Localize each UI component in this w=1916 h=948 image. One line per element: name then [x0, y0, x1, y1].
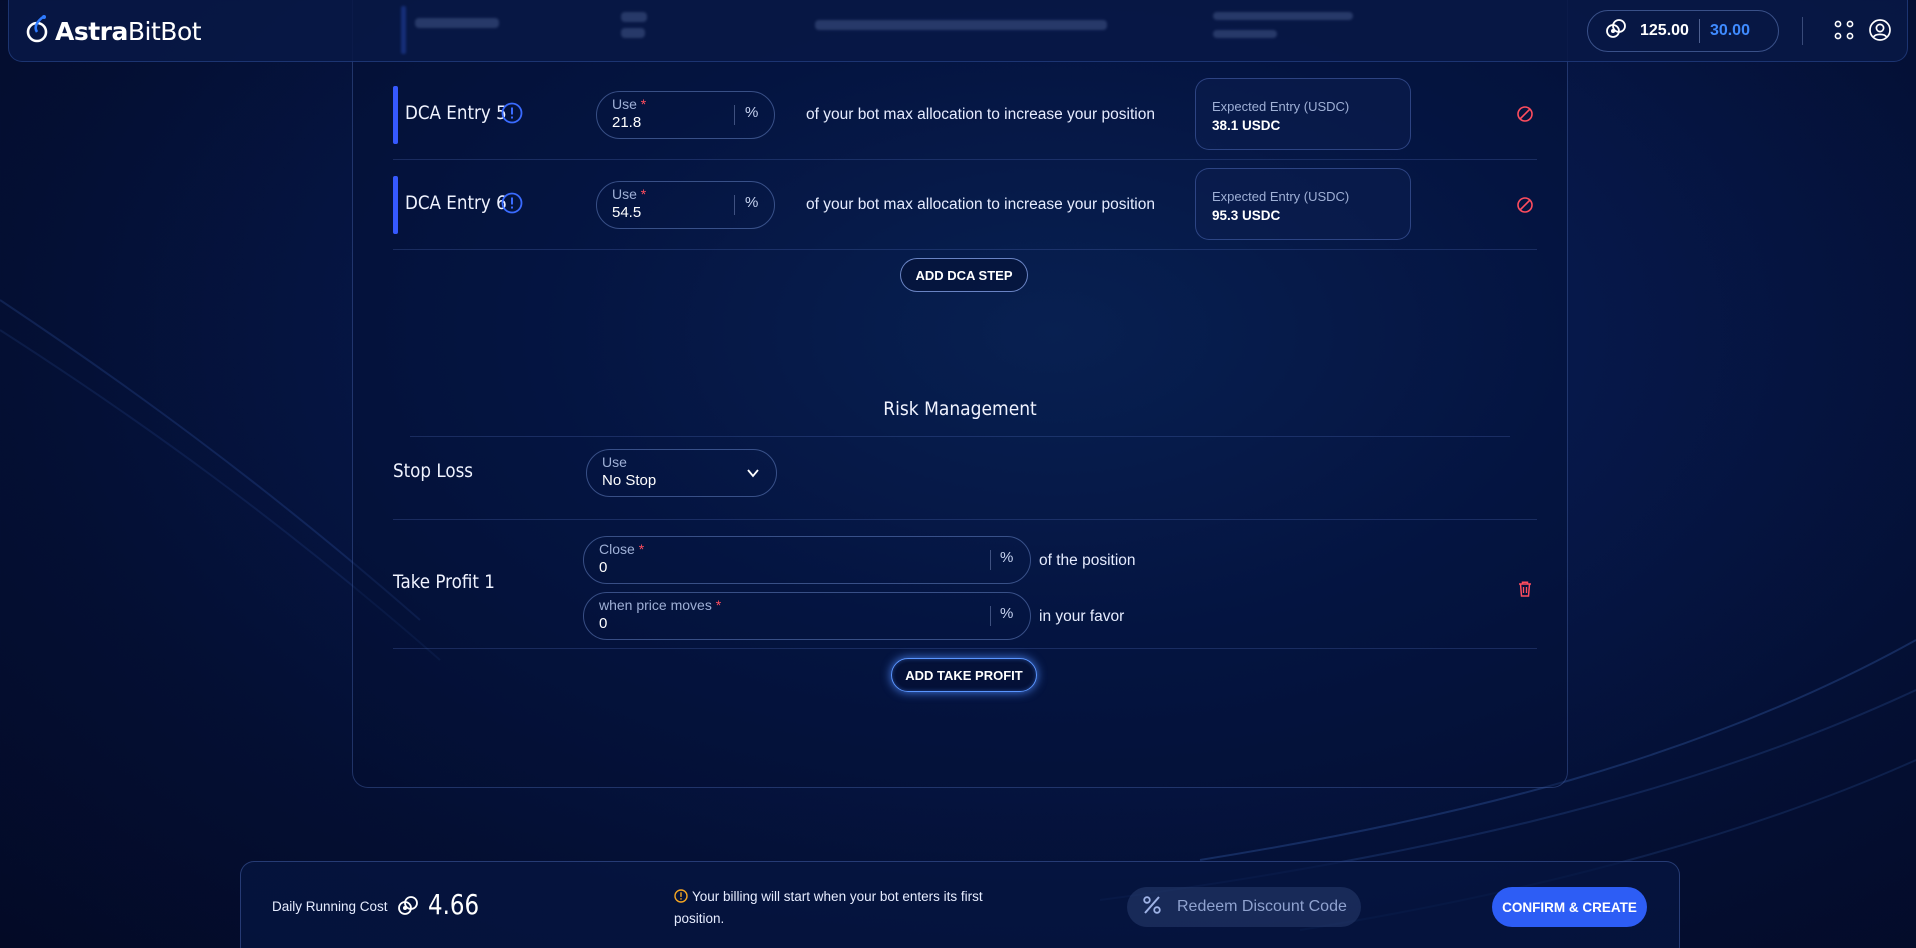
add-dca-step-button[interactable]: ADD DCA STEP — [900, 258, 1028, 292]
field-value: 0 — [599, 559, 608, 576]
field-value: No Stop — [602, 472, 657, 489]
field-label: Use — [602, 454, 627, 470]
expected-entry-label: Expected Entry (USDC) — [1212, 99, 1350, 114]
apps-grid-icon[interactable] — [1831, 17, 1857, 43]
daily-cost-value: 4.66 — [428, 888, 480, 921]
dca-entry-title: DCA Entry 6 — [405, 192, 507, 214]
row-divider — [393, 648, 1537, 649]
redeem-discount-label: Redeem Discount Code — [1177, 898, 1347, 915]
percent-icon — [1141, 894, 1163, 921]
billing-notice: Your billing will start when your bot en… — [674, 887, 1014, 929]
daily-cost-label: Daily Running Cost — [272, 899, 388, 914]
section-title: Risk Management — [883, 398, 1037, 420]
coins-icon — [396, 894, 420, 923]
row-divider — [393, 159, 1537, 160]
app-logo[interactable]: AstraBitBot — [25, 14, 202, 49]
row-accent — [393, 86, 398, 144]
stop-loss-label: Stop Loss — [393, 460, 474, 482]
price-move-input[interactable]: when price moves * 0 % — [583, 592, 1031, 640]
expected-entry-value: 95.3 USDC — [1212, 208, 1281, 223]
unit-label: % — [1000, 605, 1014, 622]
dca-use-input[interactable]: Use * 54.5 % — [596, 181, 775, 229]
dca-description: of your bot max allocation to increase y… — [806, 196, 1155, 213]
logo-icon — [25, 14, 51, 49]
unit-label: % — [745, 104, 759, 121]
price-suffix: in your favor — [1039, 608, 1125, 625]
expected-entry-box: Expected Entry (USDC) 38.1 USDC — [1195, 78, 1411, 150]
balance-pill[interactable]: 125.00 30.00 — [1587, 10, 1779, 52]
dca-description: of your bot max allocation to increase y… — [806, 106, 1155, 123]
unit-label: % — [1000, 549, 1014, 566]
field-value: 21.8 — [612, 114, 642, 131]
field-label: Close — [599, 541, 635, 557]
billing-notice-text: Your billing will start when your bot en… — [674, 889, 983, 926]
close-suffix: of the position — [1039, 552, 1136, 569]
dca-use-input[interactable]: Use * 21.8 % — [596, 91, 775, 139]
info-icon[interactable] — [501, 192, 523, 219]
expected-entry-value: 38.1 USDC — [1212, 118, 1281, 133]
balance-value: 125.00 — [1640, 22, 1689, 39]
row-divider — [410, 436, 1510, 437]
confirm-create-button[interactable]: CONFIRM & CREATE — [1492, 887, 1647, 927]
cancel-icon[interactable] — [1516, 196, 1534, 219]
scrolled-row-ghost — [393, 0, 1543, 56]
field-label: Use — [612, 96, 637, 112]
info-icon[interactable] — [501, 102, 523, 129]
warning-icon — [674, 889, 688, 909]
field-value: 0 — [599, 615, 608, 632]
user-icon[interactable] — [1867, 17, 1893, 43]
chevron-down-icon — [745, 465, 761, 486]
take-profit-label: Take Profit 1 — [393, 571, 495, 593]
row-divider — [393, 519, 1537, 520]
close-percent-input[interactable]: Close * 0 % — [583, 536, 1031, 584]
field-label: Use — [612, 186, 637, 202]
field-label: when price moves — [599, 597, 712, 613]
credit-value: 30.00 — [1709, 22, 1750, 39]
expected-entry-box: Expected Entry (USDC) 95.3 USDC — [1195, 168, 1411, 240]
add-take-profit-button[interactable]: ADD TAKE PROFIT — [891, 658, 1037, 692]
redeem-discount-button[interactable]: Redeem Discount Code — [1127, 887, 1361, 927]
logo-text-bold: Astra — [55, 17, 128, 46]
expected-entry-label: Expected Entry (USDC) — [1212, 189, 1350, 204]
coins-icon — [1604, 17, 1628, 46]
row-divider — [393, 249, 1537, 250]
field-value: 54.5 — [612, 204, 642, 221]
dca-entry-title: DCA Entry 5 — [405, 102, 507, 124]
logo-text-regular: BitBot — [127, 17, 202, 46]
top-navigation-bar: AstraBitBot 125.00 30.00 — [8, 0, 1908, 62]
unit-label: % — [745, 194, 759, 211]
row-accent — [393, 176, 398, 234]
cancel-icon[interactable] — [1516, 105, 1534, 128]
trash-icon[interactable] — [1517, 580, 1533, 603]
stop-loss-select[interactable]: Use No Stop — [586, 449, 777, 497]
